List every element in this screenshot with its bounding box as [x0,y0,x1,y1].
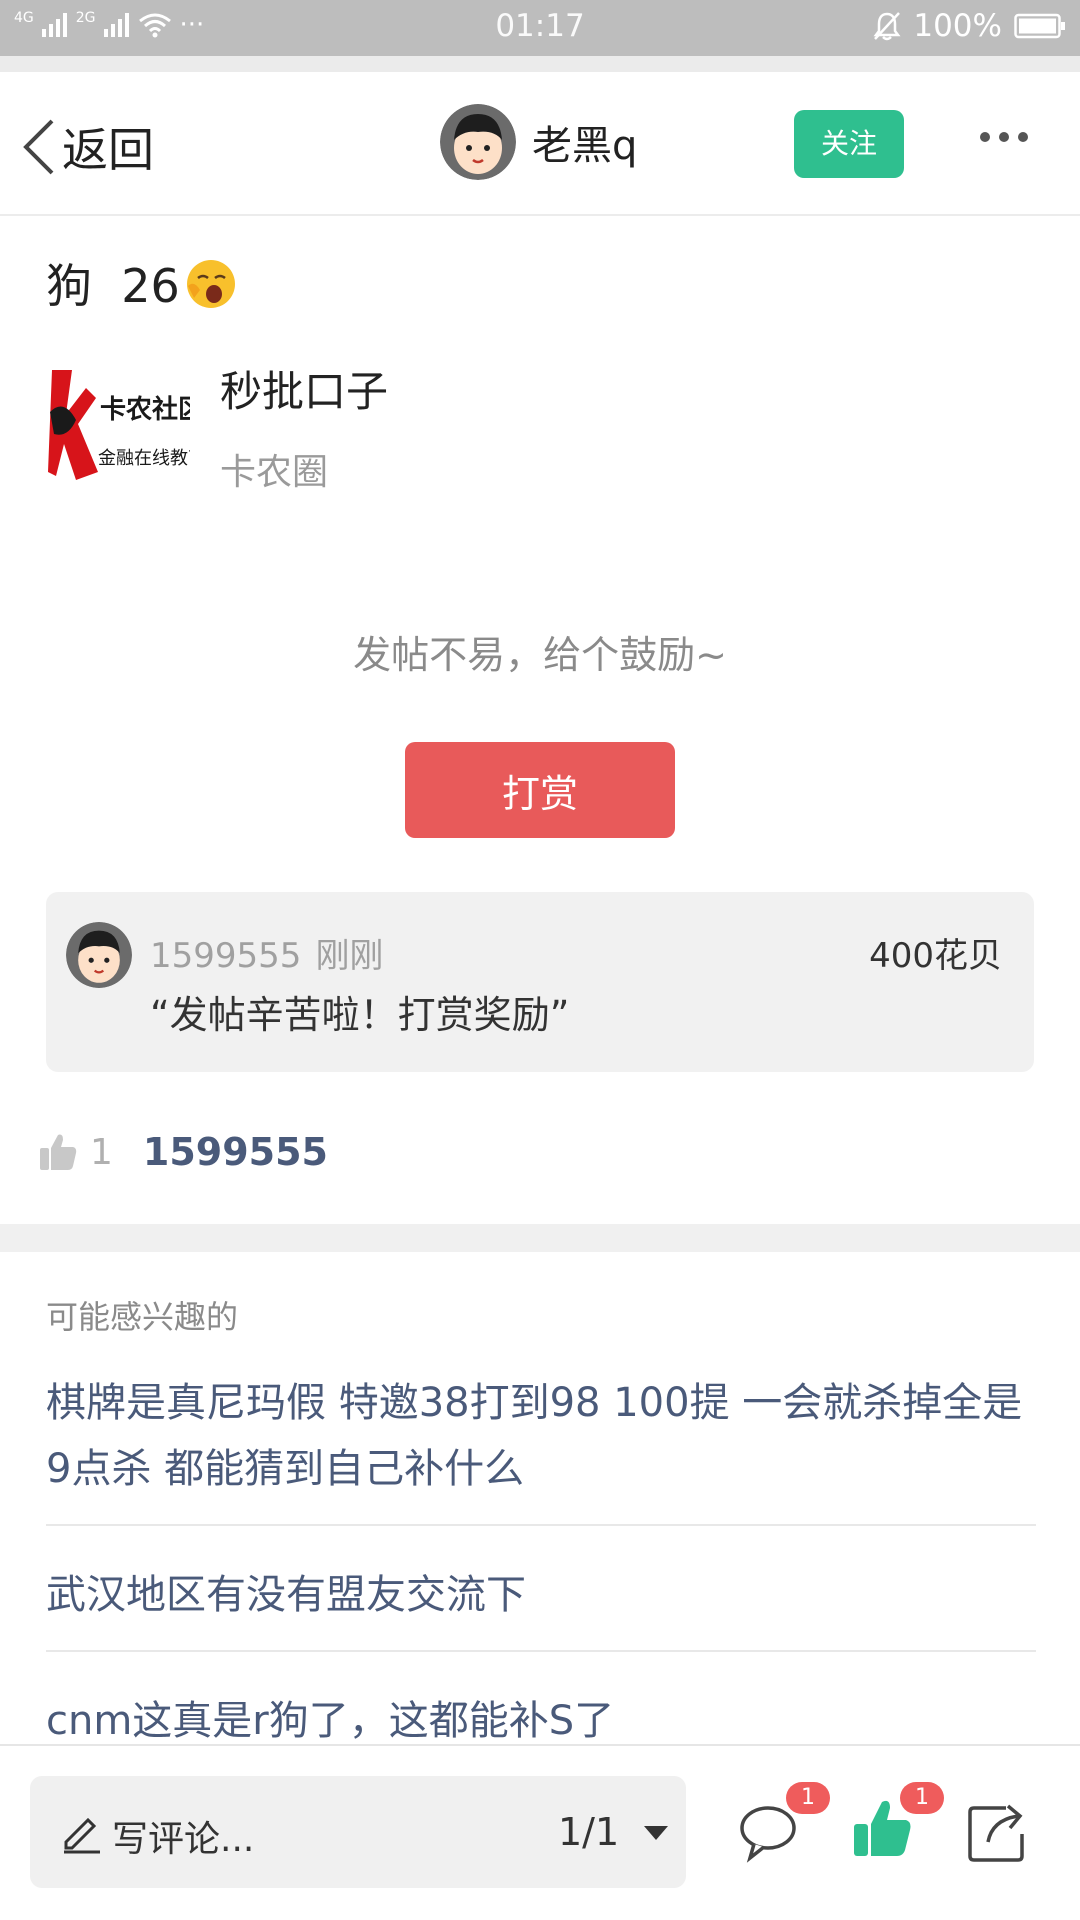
section-divider [0,1224,1080,1252]
author-info[interactable]: 老黑q [440,104,637,180]
circle-text: 秒批口子 卡农圈 [220,358,388,495]
bottom-action-bar: 写评论... 1/1 1 1 [0,1744,1080,1920]
author-avatar[interactable] [440,104,516,180]
related-item[interactable]: 棋牌是真尼玛假 特邀38打到98 100提 一会就杀掉全是9点杀 都能猜到自己补… [46,1366,1036,1526]
circle-name: 秒批口子 [220,366,389,416]
circle-logo: 卡农社区 金融在线教育 [46,354,190,498]
related-section-title: 可能感兴趣的 [46,1298,239,1336]
post-title-text: 狗 26 [46,259,180,313]
reward-record: 1599555 刚刚 400花贝 “发帖辛苦啦！打赏奖励” [46,892,1034,1072]
share-icon[interactable] [966,1800,1030,1864]
post-title: 狗 26 [46,250,238,316]
comment-input[interactable]: 写评论... 1/1 [30,1776,686,1888]
battery-icon [1014,13,1065,39]
status-bar: 4G 2G ··· 01:17 100% [0,0,1080,56]
back-chevron-icon [23,119,54,175]
thumbs-up-icon[interactable] [38,1132,78,1172]
circle-subtitle: 卡农圈 [220,451,329,493]
comment-count-badge: 1 [786,1782,830,1814]
rewarder-avatar[interactable] [66,922,132,988]
back-label: 返回 [62,123,154,177]
reward-hint: 发帖不易，给个鼓励~ [353,633,727,677]
liker-name[interactable]: 1599555 [143,1130,328,1174]
battery-percent: 100% [913,8,1002,44]
related-list: 棋牌是真尼玛假 特邀38打到98 100提 一会就杀掉全是9点杀 都能猜到自己补… [46,1366,1036,1808]
svg-text:金融在线教育: 金融在线教育 [98,448,190,469]
more-icon[interactable] [980,132,1028,142]
reward-amount: 400花贝 [869,936,1002,976]
like-count-badge: 1 [900,1782,944,1814]
likes-row: 1 1599555 [38,1130,328,1174]
reward-button[interactable]: 打赏 [405,742,675,838]
author-name: 老黑q [532,123,638,169]
comment-placeholder: 写评论... [112,1819,255,1860]
pencil-icon [64,1817,100,1854]
likes-count: 1 [90,1131,113,1173]
top-nav-bar: 返回 老黑q 关注 [0,72,1080,216]
mute-bell-icon [873,12,901,41]
reward-time: 刚刚 [315,936,384,976]
follow-button[interactable]: 关注 [794,110,904,178]
reward-message: “发帖辛苦啦！打赏奖励” [150,993,570,1037]
sleep-emoji-icon [186,260,235,308]
circle-info[interactable]: 卡农社区 金融在线教育 秒批口子 卡农圈 [46,354,388,498]
dropdown-caret-icon[interactable] [644,1826,668,1840]
status-divider [0,56,1080,72]
back-button[interactable]: 返回 [22,114,154,180]
rewarder-line: 1599555 刚刚 [150,928,383,977]
related-item[interactable]: 武汉地区有没有盟友交流下 [46,1558,1036,1652]
rewarder-name[interactable]: 1599555 [150,936,301,976]
status-right: 100% [873,8,1066,44]
page-indicator[interactable]: 1/1 [558,1810,619,1854]
svg-text:卡农社区: 卡农社区 [100,394,190,425]
